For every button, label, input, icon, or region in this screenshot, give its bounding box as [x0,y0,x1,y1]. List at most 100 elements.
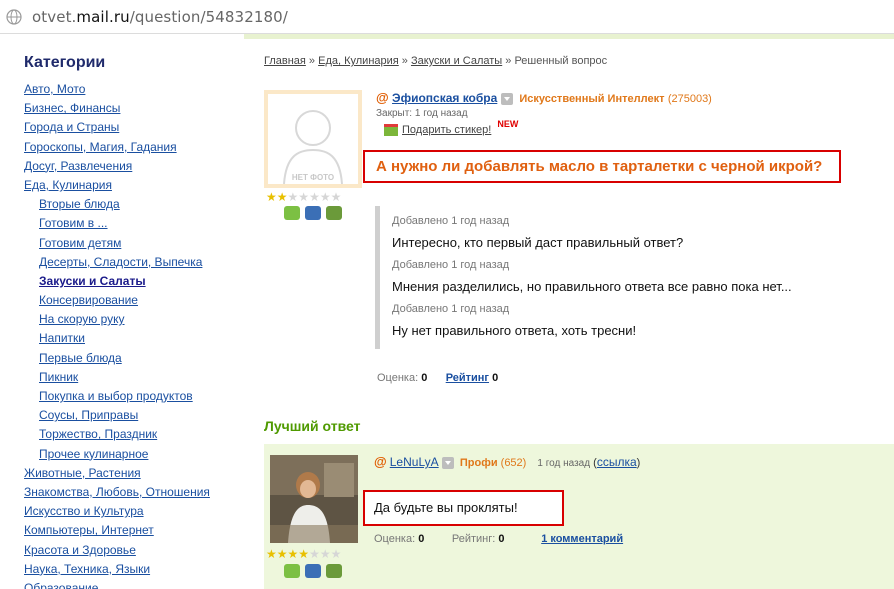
mail-at-icon: @ [376,90,389,105]
rating-link[interactable]: Рейтинг [446,372,489,384]
breadcrumb: Главная » Еда, Кулинария » Закуски и Сал… [264,55,608,67]
breadcrumb-current: Решенный вопрос [514,55,608,67]
breadcrumb-link-snacks[interactable]: Закуски и Салаты [411,55,502,67]
star-empty-icon: ★ [330,190,342,204]
sidebar-category-link[interactable]: Готовим детям [24,234,244,253]
sidebar-category-link[interactable]: Пикник [24,368,244,387]
question-author-icons [284,205,347,220]
sidebar-category-link[interactable]: Закуски и Салаты [24,272,244,291]
user-photo-image [270,455,358,543]
user-menu-dropdown-icon[interactable] [500,92,513,105]
star-empty-icon: ★ [287,190,299,204]
answer-author-name[interactable]: LeNuLyA [390,455,439,469]
url-text[interactable]: otvet.mail.ru/question/54832180/ [32,8,288,26]
addition-label: Добавлено 1 год назад [392,215,510,227]
addition-label: Добавлено 1 год назад [392,259,510,271]
question-author-stars: ★★★★★★★ [266,190,341,204]
sidebar-title: Категории [24,54,106,71]
sidebar-category-link[interactable]: Знакомства, Любовь, Отношения [24,483,244,502]
no-photo-label: НЕТ ФОТО [292,173,334,182]
star-filled-icon: ★ [276,190,288,204]
sidebar-category-link[interactable]: Искусство и Культура [24,502,244,521]
gift-icon [384,124,398,137]
sidebar-category-link[interactable]: Животные, Растения [24,464,244,483]
question-author-rank: Искусственный Интеллект [519,93,665,105]
sidebar-category-link[interactable]: Города и Страны [24,118,244,137]
answer-author-icons [284,563,347,578]
sidebar-category-link[interactable]: Покупка и выбор продуктов [24,387,244,406]
star-filled-icon: ★ [266,190,277,204]
sidebar-category-link[interactable]: Готовим в ... [24,214,244,233]
friends-icon[interactable] [284,205,300,220]
sidebar-category-link[interactable]: Компьютеры, Интернет [24,521,244,540]
comments-link[interactable]: 1 комментарий [541,533,623,545]
photo-camera-icon[interactable] [305,563,321,578]
video-camera-icon[interactable] [326,563,342,578]
rating-value: 0 [498,533,505,545]
sidebar-category-link[interactable]: Красота и Здоровье [24,541,244,560]
answer-author-points: (652) [500,457,527,469]
answer-author-photo[interactable] [270,455,358,543]
rating-value: 0 [492,372,499,384]
category-list: Авто, Мото Бизнес, Финансы Города и Страны… [24,80,244,589]
question-footer: Оценка: 0 Рейтинг 0 [377,372,498,384]
score-value: 0 [418,533,425,545]
star-filled-icon: ★ [287,547,299,561]
user-menu-dropdown-icon[interactable] [441,457,454,470]
star-filled-icon: ★ [266,547,277,561]
question-author-line: @ Эфиопская кобра Искусственный Интеллек… [376,90,712,105]
score-label: Оценка: [374,533,416,545]
answer-author-stars: ★★★★★★★ [266,547,341,561]
gift-sticker-link[interactable]: Подарить стикер! [402,124,491,136]
star-filled-icon: ★ [276,547,288,561]
globe-icon [6,9,22,25]
answer-author-rank: Профи [459,457,498,469]
star-empty-icon: ★ [309,547,320,561]
category-sidebar: Категории Авто, Мото Бизнес, Финансы Город… [24,54,244,589]
sidebar-category-link[interactable]: Наука, Техника, Языки [24,560,244,579]
video-camera-icon[interactable] [326,205,342,220]
question-author-points: (275003) [667,93,712,105]
sidebar-category-link[interactable]: Гороскопы, Магия, Гадания [24,138,244,157]
star-empty-icon: ★ [330,547,342,561]
question-closed-status: Закрыт: 1 год назад [376,108,468,119]
addition-label: Добавлено 1 год назад [392,303,510,315]
rating-label: Рейтинг: [451,533,496,545]
sidebar-category-link[interactable]: Авто, Мото [24,80,244,99]
star-empty-icon: ★ [319,547,331,561]
sidebar-category-link[interactable]: Образование [24,579,244,589]
breadcrumb-link-food[interactable]: Еда, Кулинария [318,55,399,67]
question-additions: Добавлено 1 год назад Интересно, кто пер… [375,206,845,349]
sidebar-category-link[interactable]: Досуг, Развлечения [24,157,244,176]
addition-text: Мнения разделились, но правильного ответ… [392,279,792,294]
question-author-name[interactable]: Эфиопская кобра [392,91,497,105]
best-answer-text: Да будьте вы прокляты! [363,490,564,526]
sidebar-category-link[interactable]: Десерты, Сладости, Выпечка [24,253,244,272]
new-badge: NEW [497,119,519,129]
star-empty-icon: ★ [298,190,310,204]
score-value: 0 [421,372,428,384]
mail-at-icon: @ [374,454,387,469]
sidebar-category-link[interactable]: Напитки [24,329,244,348]
breadcrumb-link-home[interactable]: Главная [264,55,306,67]
sidebar-category-link[interactable]: На скорую руку [24,310,244,329]
sidebar-category-link[interactable]: Консервирование [24,291,244,310]
sidebar-category-link[interactable]: Прочее кулинарное [24,445,244,464]
sidebar-category-link[interactable]: Торжество, Праздник [24,425,244,444]
star-empty-icon: ★ [309,190,320,204]
sidebar-category-link[interactable]: Первые блюда [24,349,244,368]
answer-permalink[interactable]: ссылка [597,455,637,469]
answer-author-line: @ LeNuLyA Профи (652) 1 год назад (ссылк… [374,454,641,470]
sidebar-category-link[interactable]: Вторые блюда [24,195,244,214]
sidebar-category-link[interactable]: Бизнес, Финансы [24,99,244,118]
sidebar-category-link[interactable]: Еда, Кулинария [24,176,244,195]
address-bar[interactable]: otvet.mail.ru/question/54832180/ [0,0,894,34]
star-empty-icon: ★ [319,190,331,204]
sidebar-category-link[interactable]: Соусы, Приправы [24,406,244,425]
friends-icon[interactable] [284,563,300,578]
addition-text: Ну нет правильного ответа, хоть тресни! [392,323,637,338]
question-author-avatar[interactable]: НЕТ ФОТО [264,90,362,188]
photo-camera-icon[interactable] [305,205,321,220]
answer-time: 1 год назад [537,458,591,469]
no-photo-placeholder-icon: НЕТ ФОТО [283,110,343,185]
